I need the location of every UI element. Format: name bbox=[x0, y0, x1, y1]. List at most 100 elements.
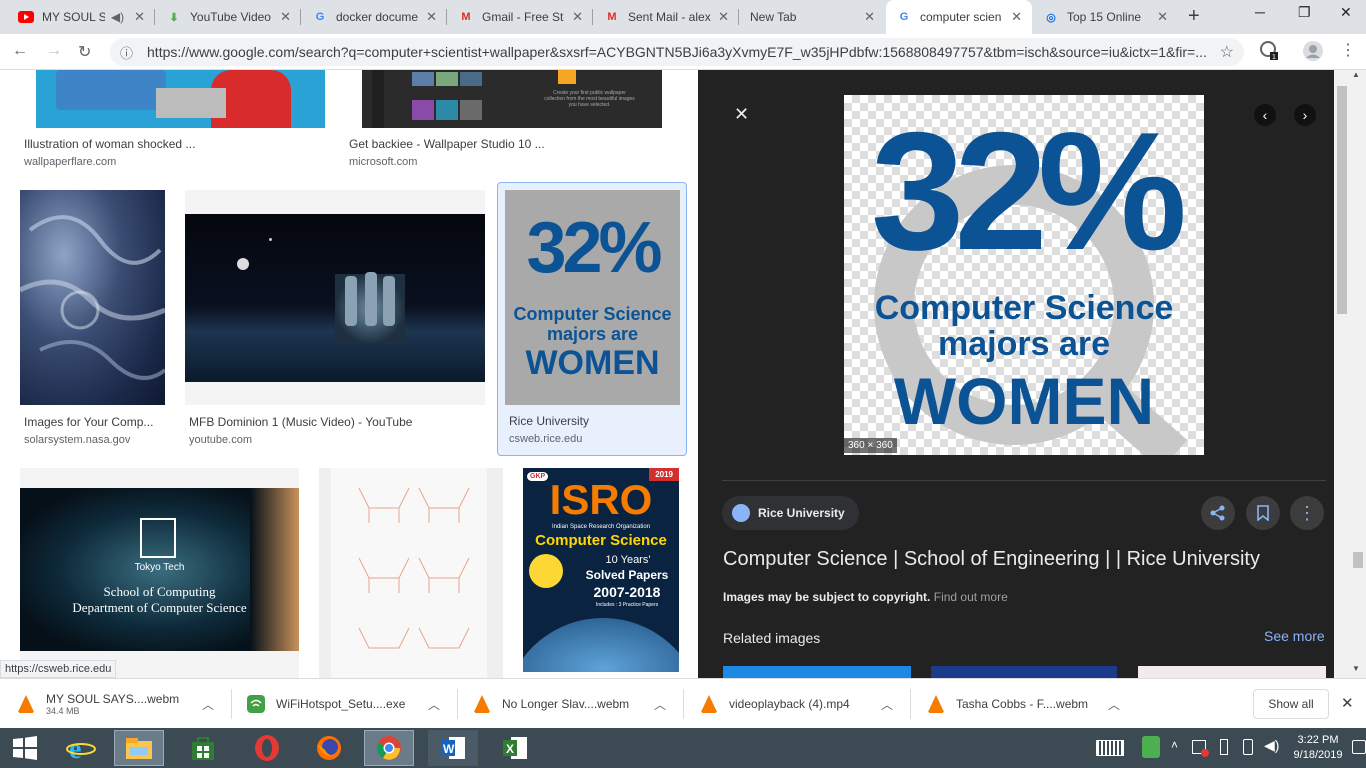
result-thumb-illustration[interactable] bbox=[36, 70, 325, 128]
download-item[interactable]: Tasha Cobbs - F....webm ︿ bbox=[926, 679, 1138, 729]
related-thumb[interactable] bbox=[1138, 666, 1326, 678]
save-button[interactable] bbox=[1246, 496, 1280, 530]
result-thumb-jupiter[interactable] bbox=[20, 190, 165, 405]
download-item[interactable]: WiFiHotspot_Setu....exe ︿ bbox=[246, 679, 458, 729]
store-icon[interactable] bbox=[178, 730, 228, 766]
close-tab-icon[interactable]: ✕ bbox=[1011, 9, 1022, 25]
clock-time[interactable]: 3:22 PM bbox=[1290, 733, 1346, 748]
toolbar: ← → ↻ ⓘ https://www.google.com/search?q=… bbox=[0, 34, 1366, 70]
notifications-icon[interactable] bbox=[1352, 740, 1366, 754]
close-tab-icon[interactable]: ✕ bbox=[280, 9, 291, 25]
page-scrollbar[interactable]: ▲ ▼ bbox=[1350, 70, 1366, 678]
forward-icon[interactable]: → bbox=[46, 42, 62, 60]
close-tab-icon[interactable]: ✕ bbox=[426, 9, 437, 25]
phone-icon[interactable] bbox=[1243, 739, 1253, 755]
address-bar[interactable]: ⓘ https://www.google.com/search?q=comput… bbox=[110, 38, 1244, 66]
show-hidden-icons[interactable]: ˄ bbox=[1171, 738, 1178, 752]
network-icon[interactable] bbox=[1142, 736, 1160, 758]
preview-title[interactable]: Computer Science | School of Engineering… bbox=[723, 548, 1260, 571]
more-options-icon[interactable]: ⋮ bbox=[1290, 496, 1324, 530]
result-source: microsoft.com bbox=[349, 156, 418, 168]
download-item[interactable]: videoplayback (4).mp4 ︿ bbox=[699, 679, 911, 729]
close-window-icon[interactable]: ✕ bbox=[1340, 4, 1352, 21]
excel-icon[interactable]: X bbox=[490, 730, 540, 766]
chrome-icon[interactable] bbox=[364, 730, 414, 766]
reload-icon[interactable]: ↻ bbox=[78, 42, 91, 62]
close-preview-icon[interactable]: ✕ bbox=[734, 104, 749, 125]
tab-docker[interactable]: G docker docume ✕ bbox=[302, 0, 447, 34]
result-title[interactable]: Illustration of woman shocked ... bbox=[24, 137, 195, 151]
related-thumb[interactable] bbox=[723, 666, 911, 678]
result-title[interactable]: Rice University bbox=[509, 414, 589, 428]
tab-sent-mail[interactable]: M Sent Mail - alex ✕ bbox=[594, 0, 739, 34]
network-status-icon[interactable] bbox=[1192, 740, 1209, 757]
close-downloads-icon[interactable]: ✕ bbox=[1341, 694, 1354, 712]
close-tab-icon[interactable]: ✕ bbox=[718, 9, 729, 25]
download-item[interactable]: MY SOUL SAYS....webm 34.4 MB ︿ bbox=[16, 679, 232, 729]
tab-title: YouTube Video bbox=[190, 10, 271, 24]
chevron-up-icon[interactable]: ︿ bbox=[1108, 696, 1120, 713]
result-thumb-mfb[interactable] bbox=[185, 190, 485, 405]
speaker-icon[interactable]: ◀) bbox=[111, 10, 124, 24]
tab-top-15[interactable]: ◎ Top 15 Online ✕ bbox=[1033, 0, 1178, 34]
preview-image[interactable]: 32% Computer Science majors are WOMEN 36… bbox=[844, 95, 1204, 455]
bookmark-star-icon[interactable]: ☆ bbox=[1220, 42, 1234, 62]
bookmark-icon bbox=[1257, 505, 1269, 521]
tab-computer-scientist[interactable]: G computer scien ✕ bbox=[886, 0, 1032, 34]
word-icon[interactable]: W bbox=[428, 730, 478, 766]
new-tab-button[interactable]: + bbox=[1188, 5, 1200, 28]
chevron-up-icon[interactable]: ︿ bbox=[202, 696, 214, 713]
close-tab-icon[interactable]: ✕ bbox=[134, 9, 145, 25]
result-thumb-rice[interactable]: 32% Computer Science majors are WOMEN bbox=[505, 190, 680, 405]
tab-gmail[interactable]: M Gmail - Free St ✕ bbox=[448, 0, 593, 34]
menu-icon[interactable]: ⋮ bbox=[1340, 40, 1356, 60]
close-tab-icon[interactable]: ✕ bbox=[1157, 9, 1168, 25]
close-tab-icon[interactable]: ✕ bbox=[572, 9, 583, 25]
tab-my-soul[interactable]: MY SOUL S ◀) ✕ bbox=[8, 0, 155, 34]
volume-icon[interactable]: ◀) bbox=[1264, 737, 1279, 754]
show-all-button[interactable]: Show all bbox=[1253, 689, 1329, 719]
result-thumb-tokyo-tech[interactable]: Tokyo Tech School of Computing Departmen… bbox=[20, 468, 299, 678]
file-explorer-icon[interactable] bbox=[114, 730, 164, 766]
opera-icon[interactable] bbox=[242, 730, 292, 766]
result-card-rice-selected[interactable]: 32% Computer Science majors are WOMEN Ri… bbox=[497, 182, 687, 456]
internet-explorer-icon[interactable]: e bbox=[56, 730, 106, 766]
back-icon[interactable]: ← bbox=[12, 42, 28, 60]
firefox-icon[interactable] bbox=[304, 730, 354, 766]
result-title[interactable]: Images for Your Comp... bbox=[24, 415, 153, 429]
profile-avatar[interactable] bbox=[1302, 40, 1324, 67]
related-thumb[interactable] bbox=[931, 666, 1117, 678]
keyboard-icon[interactable] bbox=[1096, 740, 1124, 756]
svg-text:1: 1 bbox=[1272, 54, 1276, 60]
info-icon[interactable]: ⓘ bbox=[120, 43, 133, 62]
see-more-link[interactable]: See more bbox=[1264, 628, 1325, 644]
chevron-up-icon[interactable]: ︿ bbox=[654, 696, 666, 713]
download-item[interactable]: No Longer Slav....webm ︿ bbox=[472, 679, 684, 729]
chevron-up-icon[interactable]: ︿ bbox=[881, 696, 893, 713]
chevron-up-icon[interactable]: ︿ bbox=[428, 696, 440, 713]
result-thumb-deer-wallpaper[interactable] bbox=[319, 468, 503, 678]
close-tab-icon[interactable]: ✕ bbox=[864, 9, 875, 25]
result-title[interactable]: MFB Dominion 1 (Music Video) - YouTube bbox=[189, 415, 412, 429]
url-text[interactable]: https://www.google.com/search?q=computer… bbox=[147, 44, 1207, 60]
start-button[interactable] bbox=[0, 730, 50, 766]
next-image-icon[interactable]: › bbox=[1294, 104, 1316, 126]
thumb-caption: Create your first public wallpaper colle… bbox=[544, 90, 635, 108]
result-thumb-backiee[interactable]: Create your first public wallpaper colle… bbox=[362, 70, 662, 128]
clock-date[interactable]: 9/18/2019 bbox=[1290, 748, 1346, 763]
minimize-icon[interactable]: ─ bbox=[1255, 4, 1265, 20]
share-button[interactable] bbox=[1201, 496, 1235, 530]
preview-scrollbar[interactable] bbox=[1334, 70, 1350, 678]
result-thumb-isro-book[interactable]: GKP 2019 ISRO Indian Space Research Orga… bbox=[523, 468, 679, 672]
tab-youtube-video[interactable]: ⬇ YouTube Video ✕ bbox=[156, 0, 301, 34]
vlc-icon bbox=[699, 694, 719, 714]
restore-icon[interactable]: ❐ bbox=[1298, 4, 1311, 21]
previous-image-icon[interactable]: ‹ bbox=[1254, 104, 1276, 126]
gmail-icon: M bbox=[461, 11, 471, 23]
result-title[interactable]: Get backiee - Wallpaper Studio 10 ... bbox=[349, 137, 545, 151]
battery-icon[interactable] bbox=[1220, 739, 1228, 755]
source-chip[interactable]: Rice University bbox=[722, 496, 859, 530]
tab-new-tab[interactable]: New Tab ✕ bbox=[740, 0, 885, 34]
extension-icon[interactable]: 1 bbox=[1258, 40, 1278, 65]
find-out-more-link[interactable]: Find out more bbox=[934, 590, 1008, 604]
